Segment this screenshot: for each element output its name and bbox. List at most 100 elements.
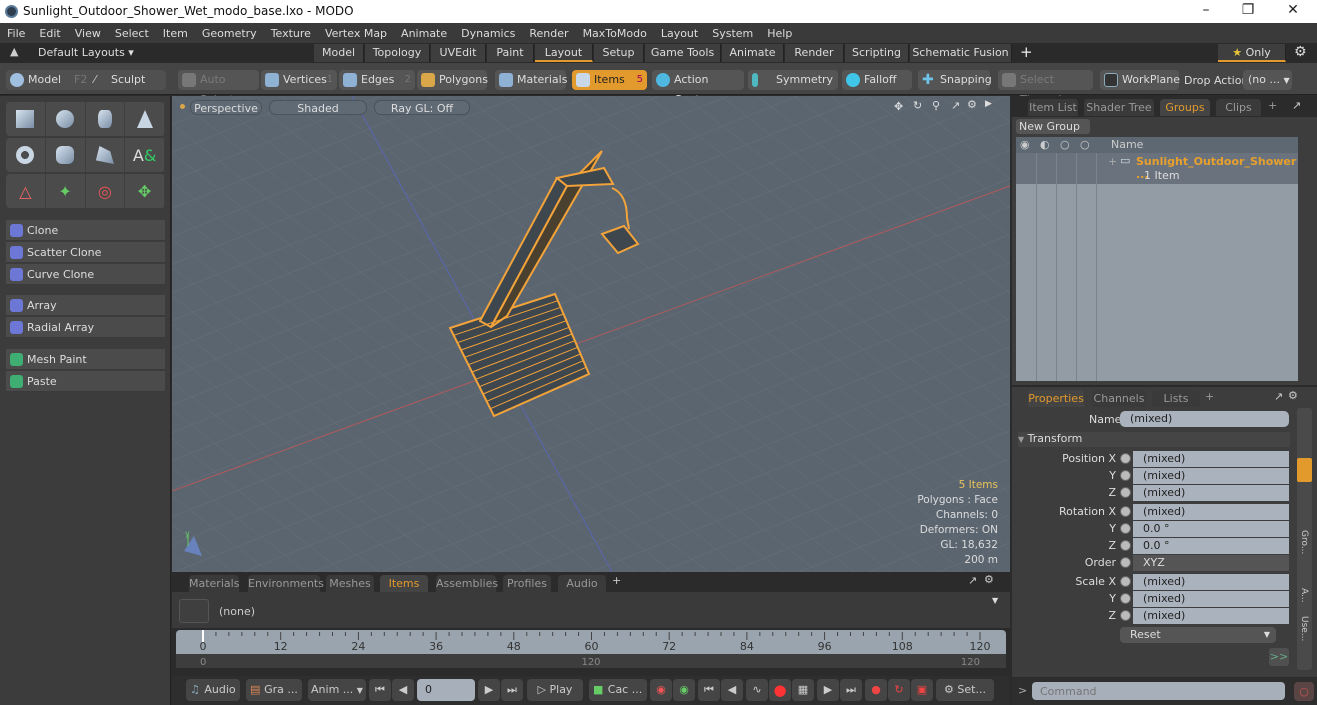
torus-tool[interactable] bbox=[6, 138, 46, 172]
animate-toggle-icon[interactable] bbox=[1120, 576, 1131, 587]
animate-toggle-icon[interactable] bbox=[1120, 506, 1131, 517]
animate-toggle-icon[interactable] bbox=[1120, 557, 1131, 568]
side-tab-active[interactable] bbox=[1297, 458, 1312, 482]
anim-dropdown[interactable]: Anim ... ▼ bbox=[308, 679, 366, 701]
default-layouts-dropdown[interactable]: Default Layouts ▾ bbox=[38, 46, 134, 59]
rotate-tool[interactable]: ◎ bbox=[86, 174, 126, 208]
tab-shader-tree[interactable]: Shader Tree bbox=[1084, 99, 1154, 116]
tab-materials[interactable]: Materials bbox=[189, 575, 239, 592]
animate-toggle-icon[interactable] bbox=[1120, 523, 1131, 534]
scale-tool[interactable]: ✥ bbox=[125, 174, 165, 208]
cache-button[interactable]: ■ Cac ... bbox=[589, 679, 647, 701]
tab-scripting[interactable]: Scripting bbox=[845, 44, 909, 62]
tab-setup[interactable]: Setup bbox=[594, 44, 644, 62]
bottom-maximize-icon[interactable]: ↗ bbox=[968, 574, 977, 587]
snapping-button[interactable]: ✚ Snapping bbox=[918, 70, 992, 90]
tab-animate[interactable]: Animate bbox=[722, 44, 784, 62]
tab-clips[interactable]: Clips bbox=[1216, 99, 1261, 116]
bottom-gear-icon[interactable]: ⚙ bbox=[984, 573, 994, 586]
timeline-ruler[interactable]: 0 12 24 36 48 60 72 84 96 108 120 0 120 120 bbox=[176, 630, 1006, 668]
side-tab-user[interactable]: Use... bbox=[1299, 616, 1309, 641]
prop-field[interactable]: (mixed) bbox=[1133, 468, 1289, 484]
add-props-tab-button[interactable]: + bbox=[1205, 390, 1214, 403]
viewport-menu-arrow-icon[interactable]: ▶ bbox=[985, 99, 992, 109]
raygl-button[interactable]: Ray GL: Off bbox=[374, 100, 470, 115]
restore-button[interactable]: ❐ bbox=[1238, 2, 1258, 18]
tab-properties[interactable]: Properties bbox=[1028, 390, 1084, 407]
vertices-button[interactable]: Vertices 1 bbox=[261, 70, 337, 90]
menu-vertex-map[interactable]: Vertex Map bbox=[318, 27, 394, 40]
zoom-icon[interactable]: ⚲ bbox=[932, 99, 940, 112]
animate-toggle-icon[interactable] bbox=[1120, 610, 1131, 621]
auto-select-button[interactable]: Auto Select bbox=[178, 70, 259, 106]
tab-channels[interactable]: Channels bbox=[1092, 390, 1146, 407]
command-input[interactable] bbox=[1032, 682, 1285, 700]
animate-toggle-icon[interactable] bbox=[1120, 540, 1131, 551]
tab-environments[interactable]: Environments bbox=[248, 575, 324, 592]
tab-profiles[interactable]: Profiles bbox=[503, 575, 551, 592]
materials-button[interactable]: Materials bbox=[495, 70, 567, 90]
add-layout-button[interactable]: + bbox=[1020, 43, 1033, 61]
gear-icon[interactable]: ⚙ bbox=[1294, 44, 1307, 60]
settings-button[interactable]: ⚙ Set... bbox=[936, 679, 994, 701]
new-group-button[interactable]: New Group bbox=[1016, 119, 1090, 134]
record-button[interactable]: ● bbox=[769, 679, 791, 701]
close-button[interactable]: ✕ bbox=[1283, 2, 1303, 18]
expand-icon[interactable]: + bbox=[1108, 155, 1117, 168]
select-through-button[interactable]: Select Through bbox=[998, 70, 1093, 106]
mesh-paint-button[interactable]: Mesh Paint bbox=[6, 349, 165, 370]
rotate-view-icon[interactable]: ↻ bbox=[913, 99, 922, 112]
minimize-button[interactable]: – bbox=[1196, 2, 1216, 18]
tab-paint[interactable]: Paint bbox=[487, 44, 534, 62]
action-center-button[interactable]: Action Center bbox=[652, 70, 744, 106]
prop-field[interactable]: (mixed) bbox=[1133, 485, 1289, 501]
menu-maxtomodo[interactable]: MaxToModo bbox=[576, 27, 654, 40]
tab-layout[interactable]: Layout bbox=[535, 44, 593, 62]
shaded-button[interactable]: Shaded bbox=[269, 100, 367, 115]
tab-groups[interactable]: Groups bbox=[1160, 99, 1210, 116]
name-field[interactable]: (mixed) bbox=[1120, 411, 1289, 427]
paste-button[interactable]: Paste bbox=[6, 371, 165, 392]
prev-frame-button[interactable]: ◀ bbox=[721, 679, 743, 701]
side-tab-groups[interactable]: Gro... bbox=[1299, 530, 1309, 554]
sculpt-button[interactable]: Sculpt bbox=[111, 70, 145, 90]
reset-dropdown[interactable]: Reset ▼ bbox=[1120, 627, 1276, 643]
animate-toggle-icon[interactable] bbox=[1120, 470, 1131, 481]
menu-edit[interactable]: Edit bbox=[32, 27, 67, 40]
menu-texture[interactable]: Texture bbox=[264, 27, 318, 40]
menu-dynamics[interactable]: Dynamics bbox=[454, 27, 522, 40]
sphere-tool[interactable] bbox=[46, 102, 86, 136]
workplane-button[interactable]: WorkPlane bbox=[1100, 70, 1180, 90]
tab-model[interactable]: Model bbox=[314, 44, 364, 62]
prev-key-button[interactable]: ◀ bbox=[392, 679, 414, 701]
falloff-button[interactable]: Falloff bbox=[842, 70, 912, 90]
group-row[interactable]: + ▭ Sunlight_Outdoor_Shower ... 1 Item bbox=[1016, 153, 1298, 184]
tab-game-tools[interactable]: Game Tools bbox=[645, 44, 721, 62]
item-selector[interactable]: (none) ▼ bbox=[172, 592, 1010, 628]
tab-lists[interactable]: Lists bbox=[1152, 390, 1200, 407]
menu-view[interactable]: View bbox=[68, 27, 108, 40]
prop-field[interactable]: XYZ bbox=[1133, 555, 1289, 571]
drop-action-dropdown[interactable]: (no ... ▼ bbox=[1243, 70, 1292, 90]
only-toggle[interactable]: ★ Only bbox=[1218, 44, 1286, 62]
add-right-tab-button[interactable]: + bbox=[1268, 99, 1277, 112]
tab-topology[interactable]: Topology bbox=[365, 44, 430, 62]
auto-key-icon[interactable]: ▦ bbox=[792, 679, 814, 701]
curve-icon[interactable]: ∿ bbox=[746, 679, 768, 701]
play-button[interactable]: ▷ Play bbox=[527, 679, 583, 701]
collapse-icon[interactable]: ▲ bbox=[10, 45, 18, 58]
tab-schematic-fusion[interactable]: Schematic Fusion bbox=[910, 44, 1012, 62]
next-frame-button[interactable]: ▶ bbox=[817, 679, 839, 701]
clone-button[interactable]: Clone bbox=[6, 220, 165, 241]
prop-field[interactable]: (mixed) bbox=[1133, 608, 1289, 624]
cone-tool[interactable] bbox=[125, 102, 165, 136]
prop-field[interactable]: (mixed) bbox=[1133, 574, 1289, 590]
3d-viewport[interactable]: y Perspective Shaded Ray GL: Off ✥ ↻ ⚲ ↗… bbox=[172, 96, 1010, 572]
menu-help[interactable]: Help bbox=[760, 27, 799, 40]
props-maximize-icon[interactable]: ↗ bbox=[1274, 390, 1283, 403]
item-dropdown-icon[interactable]: ▼ bbox=[992, 596, 998, 605]
menu-system[interactable]: System bbox=[705, 27, 760, 40]
transform-section-header[interactable]: ▼ Transform bbox=[1018, 432, 1290, 447]
capsule-tool[interactable] bbox=[46, 138, 86, 172]
menu-item[interactable]: Item bbox=[156, 27, 195, 40]
